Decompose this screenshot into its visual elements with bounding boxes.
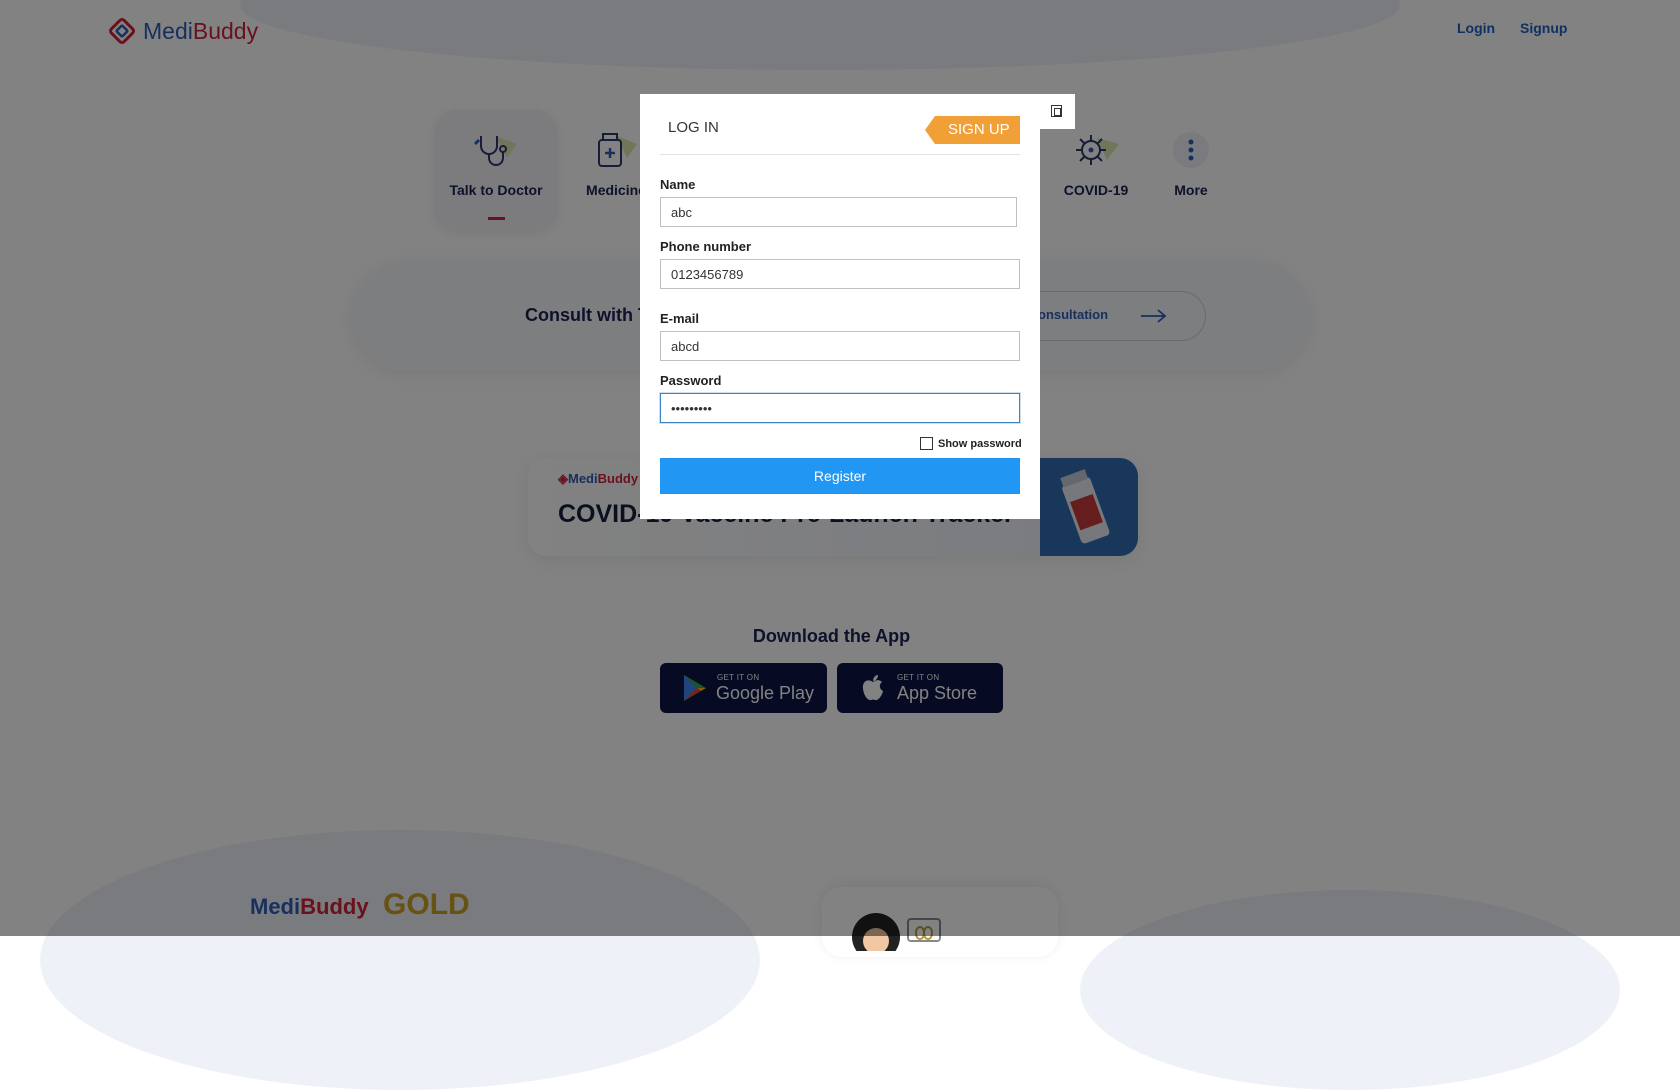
name-label: Name — [660, 177, 696, 192]
tab-signup[interactable]: SIGN UP — [925, 116, 1020, 144]
show-password-label: Show password — [938, 437, 1022, 450]
signup-modal — [640, 94, 1040, 519]
password-field[interactable] — [660, 393, 1020, 423]
show-password-checkbox[interactable] — [920, 437, 933, 450]
email-label: E-mail — [660, 311, 700, 326]
close-icon[interactable] — [1051, 105, 1062, 117]
tab-divider — [660, 154, 1020, 155]
password-label: Password — [660, 373, 722, 388]
tab-signup-label: SIGN UP — [948, 121, 1010, 138]
register-button[interactable]: Register — [660, 458, 1020, 494]
phone-label: Phone number — [660, 239, 752, 254]
show-password-toggle[interactable]: Show password — [920, 437, 1022, 450]
phone-field[interactable] — [660, 259, 1020, 289]
name-field[interactable] — [660, 197, 1017, 227]
email-field[interactable] — [660, 331, 1020, 361]
tab-login[interactable]: LOG IN — [668, 119, 719, 136]
